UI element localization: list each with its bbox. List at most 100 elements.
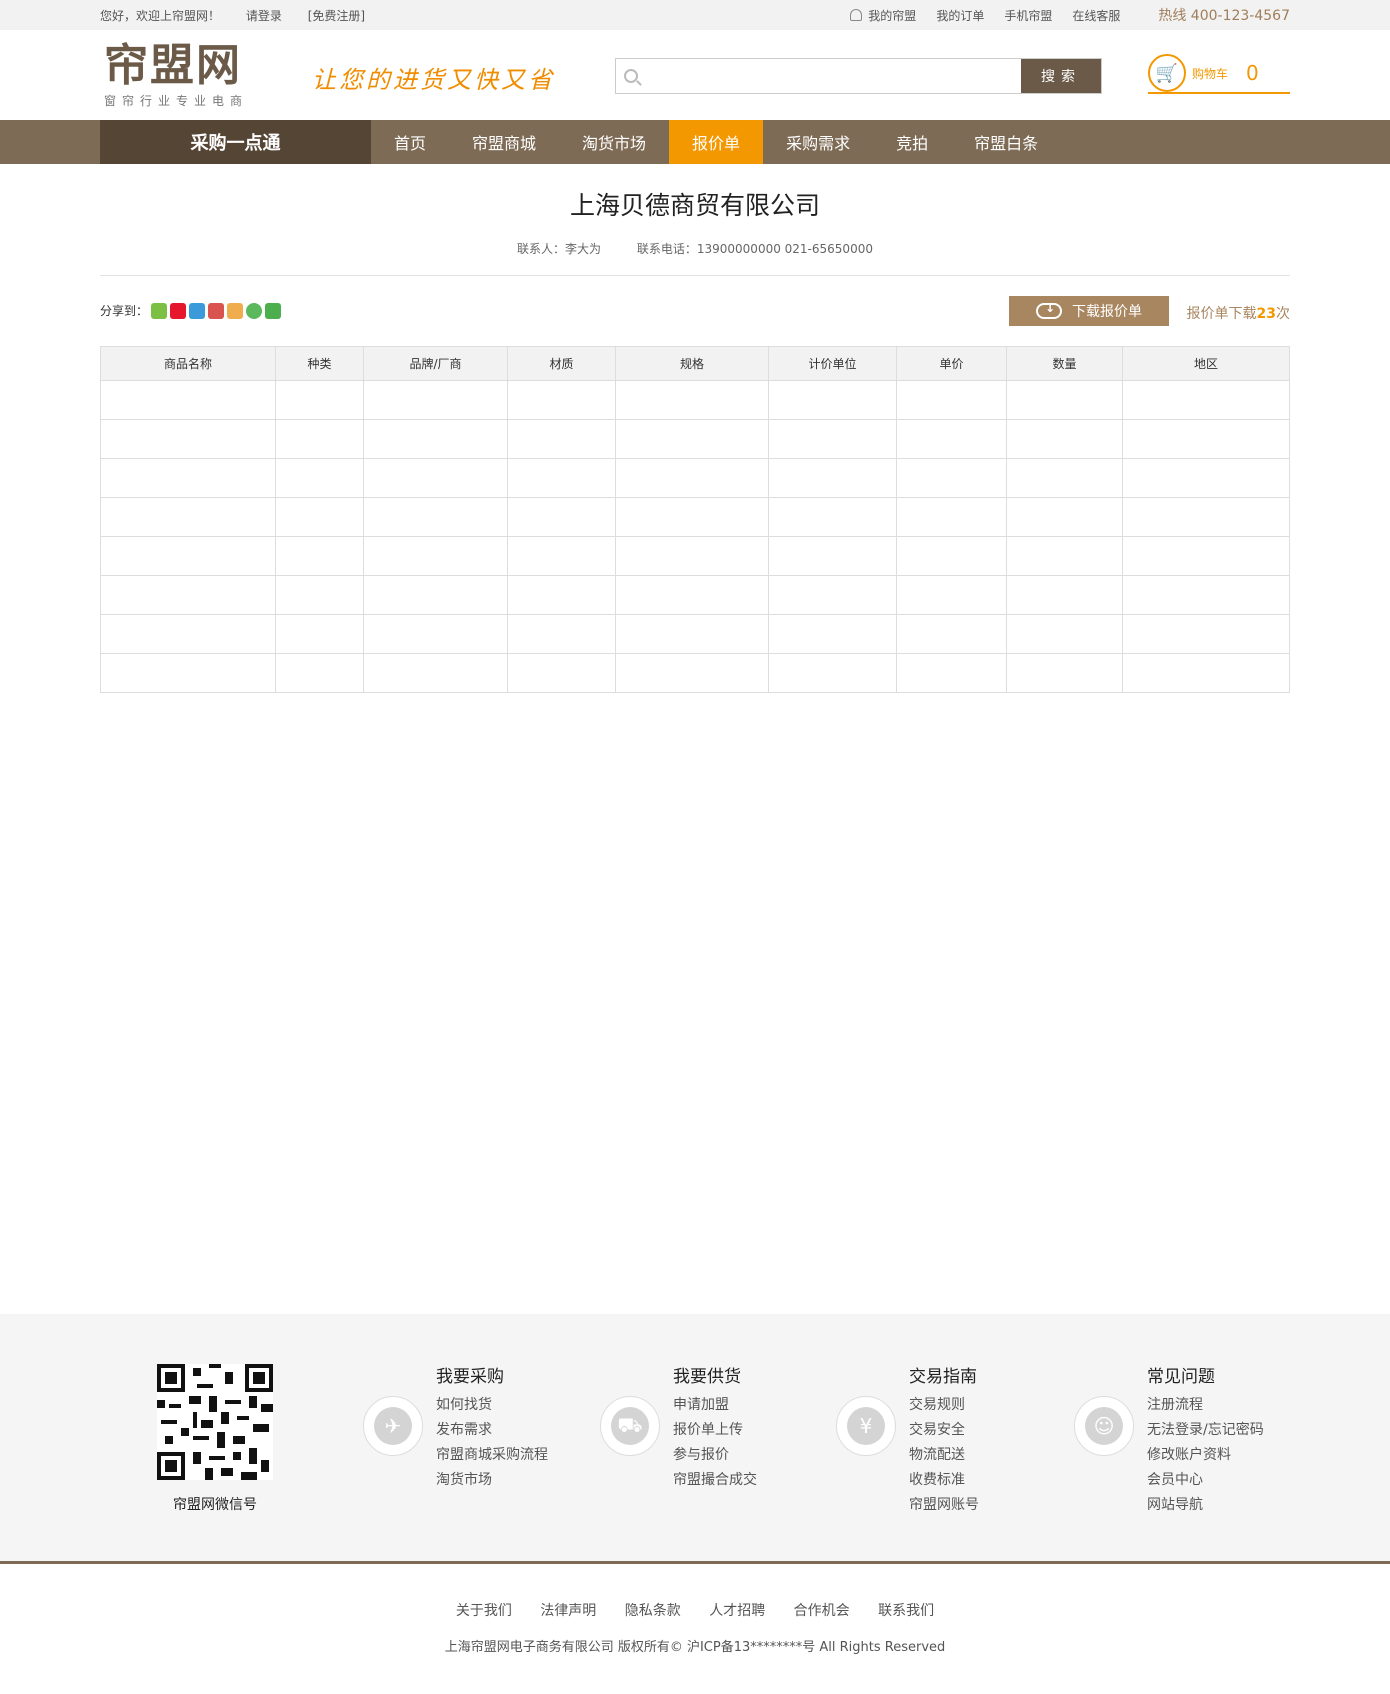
footer-link[interactable]: 网站导航: [1147, 1493, 1264, 1518]
footer-link[interactable]: 发布需求: [436, 1418, 548, 1443]
download-count: 报价单下载23次: [1186, 306, 1290, 322]
footer-link[interactable]: 报价单上传: [673, 1418, 757, 1443]
divider: [100, 275, 1290, 276]
footer-links: 关于我们 法律声明 隐私条款 人才招聘 合作机会 联系我们: [0, 1600, 1390, 1620]
search-button[interactable]: 搜索: [1021, 59, 1101, 93]
wechat-icon[interactable]: [151, 302, 168, 319]
table-row: [100, 653, 1290, 693]
nav-item-quote[interactable]: 报价单: [669, 120, 764, 164]
logo[interactable]: 帘盟网 窗帘行业专业电商: [104, 42, 248, 109]
cart[interactable]: 🛒 购物车 0: [1148, 54, 1290, 94]
th-brand: 品牌/厂商: [363, 346, 508, 381]
footer-link[interactable]: 收费标准: [909, 1468, 979, 1493]
footer-link[interactable]: 帘盟网账号: [909, 1493, 979, 1518]
footer-col-title: 我要供货: [673, 1367, 741, 1387]
nav-item-mall[interactable]: 帘盟商城: [449, 120, 559, 164]
footer-col-title: 我要采购: [436, 1367, 504, 1387]
my-orders-link[interactable]: 我的订单: [936, 7, 984, 24]
contact-phone: 联系电话：13900000000 021-65650000: [636, 242, 873, 256]
th-material: 材质: [507, 346, 616, 381]
th-quantity: 数量: [1006, 346, 1123, 381]
truck-icon: ⛟: [600, 1396, 660, 1456]
share-label: 分享到：: [100, 304, 149, 318]
footer-link[interactable]: 申请加盟: [673, 1393, 757, 1418]
footer-link[interactable]: 交易安全: [909, 1418, 979, 1443]
footer-col-title: 常见问题: [1147, 1367, 1215, 1387]
footer-link-about[interactable]: 关于我们: [456, 1603, 512, 1619]
table-row: [100, 614, 1290, 654]
footer-link-contact[interactable]: 联系我们: [878, 1603, 934, 1619]
footer-link-jobs[interactable]: 人才招聘: [709, 1603, 765, 1619]
footer-link[interactable]: 参与报价: [673, 1443, 757, 1468]
logo-subtitle: 窗帘行业专业电商: [104, 94, 249, 108]
table-row: [100, 536, 1290, 576]
main-content: 上海贝德商贸有限公司 联系人：李大为 联系电话：13900000000 021-…: [100, 186, 1290, 693]
th-price: 单价: [896, 346, 1007, 381]
copyright: 上海帘盟网电子商务有限公司 版权所有© 沪ICP备13********号 All…: [444, 1640, 946, 1655]
footer-col-supply: ⛟ 我要供货 申请加盟 报价单上传 参与报价 帘盟撮合成交: [600, 1362, 757, 1493]
footer-link-partner[interactable]: 合作机会: [794, 1603, 850, 1619]
footer-link[interactable]: 注册流程: [1147, 1393, 1264, 1418]
footer-link-legal[interactable]: 法律声明: [540, 1603, 596, 1619]
search-input[interactable]: [616, 59, 1021, 93]
nav-item-auction[interactable]: 竞拍: [873, 120, 951, 164]
service-link[interactable]: 在线客服: [1072, 7, 1120, 24]
contact-person: 联系人：李大为: [517, 242, 602, 256]
user-icon: ☺: [1074, 1396, 1134, 1456]
table-row: [100, 419, 1290, 459]
compass-icon: ✈: [363, 1396, 423, 1456]
register-link[interactable]: [免费注册]: [308, 9, 365, 23]
yen-icon: ¥: [836, 1396, 896, 1456]
weibo-icon[interactable]: [170, 302, 187, 319]
th-type: 种类: [275, 346, 364, 381]
top-bar: 您好，欢迎上帘盟网！ 请登录 [免费注册] 我的帘盟 我的订单 手机帘盟 在线客…: [0, 0, 1390, 30]
footer-link[interactable]: 帘盟撮合成交: [673, 1468, 757, 1493]
footer-col-title: 交易指南: [909, 1367, 977, 1387]
nav-item-credit[interactable]: 帘盟白条: [951, 120, 1061, 164]
footer-link[interactable]: 修改账户资料: [1147, 1443, 1264, 1468]
download-button-label: 下载报价单: [1072, 304, 1142, 320]
download-quote-button[interactable]: 下载报价单: [1009, 296, 1169, 326]
table-row: [100, 458, 1290, 498]
cart-count: 0: [1246, 61, 1259, 85]
cart-label: 购物车: [1192, 66, 1229, 81]
table-header-row: 商品名称 种类 品牌/厂商 材质 规格 计价单位 单价 数量 地区: [100, 346, 1290, 381]
header: 帘盟网 窗帘行业专业电商 让您的进货又快又省 搜索 🛒 购物车 0: [0, 30, 1390, 120]
footer-link[interactable]: 会员中心: [1147, 1468, 1264, 1493]
logo-text: 帘盟网: [104, 40, 242, 91]
nav-item-demand[interactable]: 采购需求: [763, 120, 873, 164]
more-share-icon[interactable]: [265, 302, 282, 319]
footer-link[interactable]: 如何找货: [436, 1393, 548, 1418]
footer-link[interactable]: 交易规则: [909, 1393, 979, 1418]
th-spec: 规格: [615, 346, 769, 381]
tencent-icon[interactable]: [227, 302, 244, 319]
search-icon: [624, 69, 638, 83]
search-bar: 搜索: [615, 58, 1102, 94]
footer-link-privacy[interactable]: 隐私条款: [625, 1603, 681, 1619]
footer-link[interactable]: 无法登录/忘记密码: [1147, 1418, 1264, 1443]
mobile-link[interactable]: 手机帘盟: [1004, 7, 1052, 24]
company-name: 上海贝德商贸有限公司: [569, 191, 820, 220]
welcome-text: 您好，欢迎上帘盟网！: [100, 8, 221, 23]
nav-item-home[interactable]: 首页: [371, 120, 449, 164]
renren-icon[interactable]: [208, 302, 225, 319]
qzone-icon[interactable]: [189, 302, 206, 319]
footer-col-guide: ¥ 交易指南 交易规则 交易安全 物流配送 收费标准 帘盟网账号: [836, 1362, 979, 1518]
nav-title[interactable]: 采购一点通: [100, 120, 371, 164]
table-row: [100, 497, 1290, 537]
footer-link[interactable]: 淘货市场: [436, 1468, 548, 1493]
slogan: 让您的进货又快又省: [312, 66, 555, 94]
footer-link[interactable]: 帘盟商城采购流程: [436, 1443, 548, 1468]
clover-icon[interactable]: [246, 302, 263, 319]
nav-item-market[interactable]: 淘货市场: [559, 120, 669, 164]
table-row: [100, 575, 1290, 615]
footer-col-faq: ☺ 常见问题 注册流程 无法登录/忘记密码 修改账户资料 会员中心 网站导航: [1074, 1362, 1264, 1518]
login-link[interactable]: 请登录: [246, 9, 282, 23]
footer-link[interactable]: 物流配送: [909, 1443, 979, 1468]
action-row: 分享到： 下载报价单 报价单下载23次: [100, 296, 1290, 326]
main-nav: 采购一点通 首页 帘盟商城 淘货市场 报价单 采购需求 竞拍 帘盟白条: [0, 120, 1390, 164]
contact-info: 联系人：李大为 联系电话：13900000000 021-65650000: [100, 240, 1290, 257]
user-icon: [850, 8, 863, 21]
cart-icon: 🛒: [1148, 54, 1186, 92]
my-account-link[interactable]: 我的帘盟: [850, 7, 916, 24]
